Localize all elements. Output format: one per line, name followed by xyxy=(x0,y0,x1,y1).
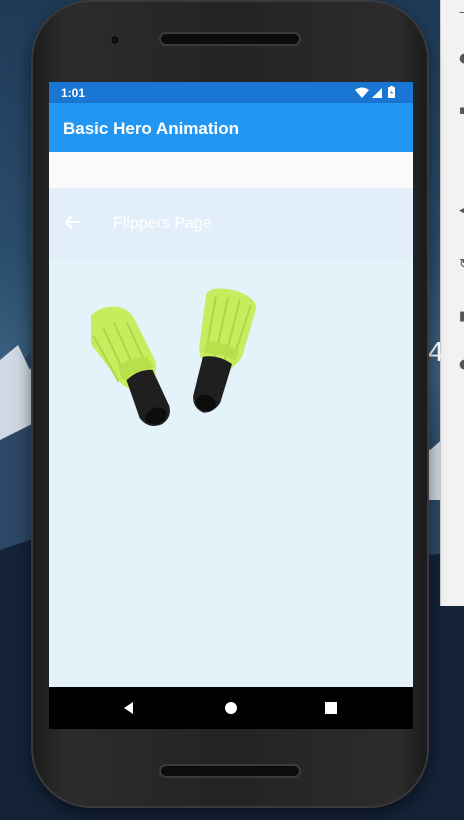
arrow-back-icon[interactable] xyxy=(63,212,83,232)
top-speaker xyxy=(159,32,301,46)
wifi-icon xyxy=(355,87,369,98)
battery-icon xyxy=(388,86,395,98)
app-screen: 1:01 Basic Hero Animation Flippers Page xyxy=(49,82,413,729)
navigation-bar xyxy=(49,687,413,729)
flippers-image[interactable] xyxy=(91,288,261,460)
overview-square-icon[interactable] xyxy=(321,698,341,718)
bottom-speaker xyxy=(159,764,301,778)
signal-icon xyxy=(372,88,382,98)
app-title: Basic Hero Animation xyxy=(63,119,240,138)
status-icons xyxy=(355,86,395,98)
hero-page-title: Flippers Page xyxy=(113,215,212,232)
content-strip xyxy=(49,152,413,188)
tool-icon[interactable]: ● xyxy=(459,358,464,372)
tool-icon[interactable]: ↻ xyxy=(459,258,464,272)
tool-icon[interactable]: ● xyxy=(459,52,464,66)
back-triangle-icon[interactable] xyxy=(119,698,139,718)
home-circle-icon[interactable] xyxy=(221,698,241,718)
status-bar: 1:01 xyxy=(49,82,413,103)
minimize-icon[interactable]: – xyxy=(459,6,464,20)
tool-icon[interactable]: ▪ xyxy=(459,104,464,118)
tool-icon[interactable]: ◂ xyxy=(459,204,464,218)
front-camera-icon xyxy=(111,36,119,44)
tool-icon[interactable]: ■ xyxy=(459,310,464,324)
side-panel-letter: 4 xyxy=(428,336,444,367)
status-time: 1:01 xyxy=(61,86,86,100)
hero-page-app-bar: Flippers Page xyxy=(49,188,413,259)
app-bar: Basic Hero Animation xyxy=(49,103,413,152)
side-toolbar-panel: – ● ▪ ◂ ↻ ■ ● xyxy=(440,0,464,606)
